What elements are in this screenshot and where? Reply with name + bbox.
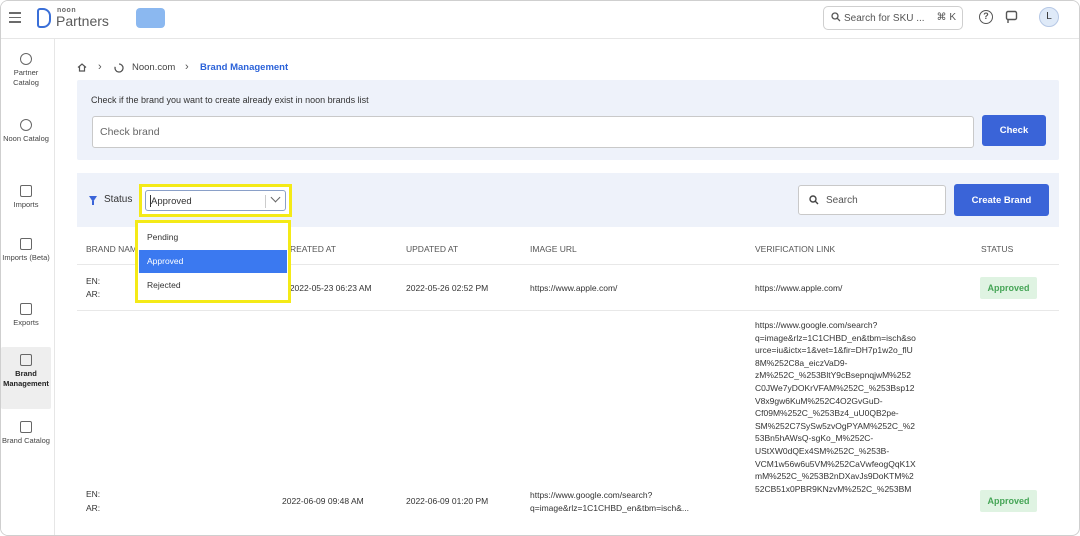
avatar[interactable]: L	[1039, 7, 1059, 27]
column-header-updated-at: UPDATED AT	[406, 244, 459, 254]
status-option-pending[interactable]: Pending	[139, 226, 287, 249]
search-shortcut: ⌘ K	[936, 12, 956, 23]
feedback-icon[interactable]	[1005, 10, 1018, 24]
status-option-approved[interactable]: Approved	[139, 250, 287, 273]
updated-at: 2022-05-26 02:52 PM	[406, 283, 489, 293]
verification-link-line: urce=iu&ictx=1&vet=1&fir=DH7p1w2o_flU	[755, 345, 913, 356]
verification-link-line: https://www.google.com/search?	[755, 320, 878, 330]
store-selector[interactable]	[136, 8, 165, 28]
image-url-line: https://www.google.com/search?	[530, 490, 653, 500]
image-url: https://www.apple.com/	[530, 283, 618, 293]
app-window: noon Partners Search for SKU ... ⌘ K ? L…	[0, 0, 1080, 536]
verification-link: https://www.google.com/search? q=image&rl…	[755, 319, 916, 495]
sidebar-item-imports[interactable]: Imports	[1, 185, 51, 210]
imports-beta-icon	[20, 238, 32, 250]
brand-name-en: EN:	[86, 276, 101, 286]
home-icon[interactable]	[77, 63, 87, 72]
brand-catalog-icon	[20, 421, 32, 433]
global-search[interactable]: Search for SKU ... ⌘ K	[823, 6, 963, 30]
verification-link-line: Cf09M%252C_%253Bz4_uU0QB2pe-	[755, 408, 899, 419]
created-at: 2022-06-09 09:48 AM	[282, 496, 364, 506]
sidebar: Partner Catalog Noon Catalog Imports Imp…	[1, 39, 55, 535]
sidebar-item-label: Partner Catalog	[13, 68, 39, 87]
filter-icon	[89, 196, 97, 205]
brand-management-icon	[20, 354, 32, 366]
status-select-box[interactable]: Approved	[145, 190, 286, 211]
updated-at: 2022-06-09 01:20 PM	[406, 496, 489, 506]
column-header-status: STATUS	[981, 244, 1014, 254]
status-dropdown-menu: Pending Approved Rejected	[135, 220, 291, 303]
chevron-right-icon: ›	[185, 61, 189, 73]
sidebar-item-brand-management[interactable]: Brand Management	[1, 347, 51, 409]
status-filter-label: Status	[104, 194, 133, 205]
column-header-verification-link: VERIFICATION LINK	[755, 244, 836, 254]
status-option-rejected[interactable]: Rejected	[139, 274, 287, 297]
chevron-right-icon: ›	[98, 61, 102, 73]
column-header-image-url: IMAGE URL	[530, 244, 577, 254]
check-brand-hint: Check if the brand you want to create al…	[91, 95, 369, 105]
create-brand-button[interactable]: Create Brand	[954, 184, 1049, 216]
verification-link-line: V8x9gw6KuM%252C4O2GvGuD-	[755, 395, 883, 406]
noon-catalog-icon	[20, 119, 32, 131]
sidebar-item-label: Brand Catalog	[2, 436, 50, 445]
brand-search[interactable]	[798, 185, 946, 215]
status-badge: Approved	[980, 490, 1037, 512]
sidebar-item-exports[interactable]: Exports	[1, 303, 51, 328]
help-icon[interactable]: ?	[979, 10, 993, 24]
brand-name-en: EN:	[86, 489, 101, 499]
sidebar-item-label: Noon Catalog	[3, 134, 49, 143]
filter-bar: Status Approved Create Brand	[77, 173, 1059, 227]
sidebar-item-imports-beta[interactable]: Imports (Beta)	[1, 238, 51, 263]
sidebar-item-brand-catalog[interactable]: Brand Catalog	[1, 421, 51, 446]
sidebar-item-noon-catalog[interactable]: Noon Catalog	[1, 119, 51, 144]
sidebar-item-label: Imports	[13, 200, 39, 209]
sidebar-item-label: Imports (Beta)	[2, 253, 50, 262]
select-separator	[265, 195, 266, 208]
row-divider	[77, 310, 1059, 311]
search-icon	[809, 195, 819, 205]
exports-icon	[20, 303, 32, 315]
verification-link: https://www.apple.com/	[755, 283, 843, 293]
brand-name-ar: AR:	[86, 289, 101, 299]
check-brand-input[interactable]	[92, 116, 974, 148]
check-brand-panel: Check if the brand you want to create al…	[77, 80, 1059, 160]
verification-link-line: C0JWe7yDOKrVFAM%252C_%253Bsp12	[755, 382, 915, 393]
column-header-created-at: REATED AT	[290, 244, 336, 254]
partner-catalog-icon	[20, 53, 32, 65]
logo-mark-icon	[37, 8, 51, 28]
created-at: -2022-05-23 06:23 AM	[287, 283, 372, 293]
sidebar-item-label: Exports	[13, 318, 39, 327]
image-url-line: q=image&rlz=1C1CHBD_en&tbm=isch&...	[530, 503, 689, 513]
verification-link-line: zM%252C_%253BltY9cBsepnqjwM%252	[755, 370, 911, 381]
brand-search-input[interactable]	[826, 191, 938, 209]
noon-store-icon	[114, 63, 124, 73]
check-button[interactable]: Check	[982, 115, 1046, 146]
logo-text: Partners	[56, 13, 109, 29]
verification-link-line: UStXW0dQEx4SM%252C_%253B-	[755, 445, 890, 456]
sidebar-item-label: Brand Management	[3, 369, 49, 388]
global-search-placeholder: Search for SKU ...	[844, 13, 925, 24]
verification-link-line: 8M%252C8a_eiczVaD9-	[755, 357, 848, 368]
verification-link-line: SM%252C7SySw5zvOgPYAM%252C_%2	[755, 420, 915, 431]
verification-link-line: 53Bn5hAWsQ-sgKo_M%252C-	[755, 433, 874, 444]
imports-icon	[20, 185, 32, 197]
status-select[interactable]: Approved	[139, 184, 292, 217]
search-icon	[831, 12, 841, 22]
status-select-value: Approved	[151, 196, 192, 207]
brand-name-ar: AR:	[86, 503, 101, 513]
logo[interactable]: noon Partners	[37, 7, 137, 33]
status-badge: Approved	[980, 277, 1037, 299]
breadcrumb-current[interactable]: Brand Management	[200, 62, 288, 73]
verification-link-line: q=image&rlz=1C1CHBD_en&tbm=isch&so	[755, 332, 916, 343]
menu-icon[interactable]	[9, 12, 21, 24]
column-header-brand-name: BRAND NAM	[86, 244, 138, 254]
verification-link-line: mM%252C_%253B2nDXavJs9DoKTM%2	[755, 471, 914, 482]
top-bar: noon Partners Search for SKU ... ⌘ K ? L	[1, 1, 1079, 39]
verification-link-line: VCM1w56w6u5VM%252CaVwfeogQqK1X	[755, 458, 916, 469]
verification-link-line: 52CB51x0PBR9KNzvM%252C_%253BM	[755, 483, 912, 494]
chevron-down-icon[interactable]	[270, 192, 281, 203]
breadcrumb-store[interactable]: Noon.com	[132, 62, 175, 73]
sidebar-item-partner-catalog[interactable]: Partner Catalog	[1, 53, 51, 88]
